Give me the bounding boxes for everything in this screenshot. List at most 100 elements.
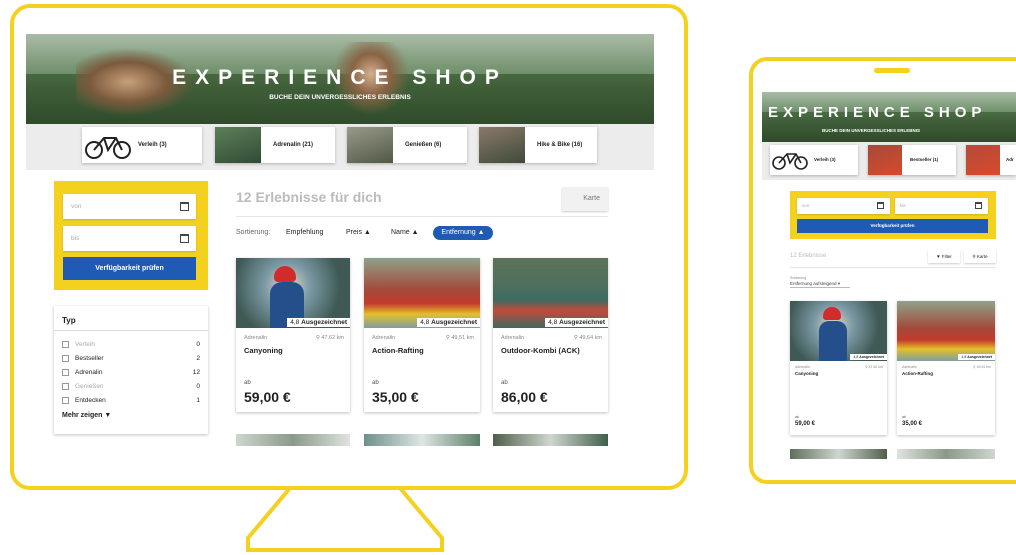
calendar-icon[interactable] [180, 202, 189, 211]
checkbox[interactable] [62, 383, 69, 390]
experience-card[interactable]: 4,8 Ausgezeichnet Adrenalin ⚲ 49,51 km A… [364, 258, 480, 412]
helmet [274, 266, 296, 282]
price-prefix: ab [244, 380, 251, 386]
category-label: Bestseller (1) [910, 157, 939, 162]
ebike-icon [772, 153, 808, 170]
show-more-label: Mehr zeigen [62, 412, 103, 419]
tablet-check-availability-button[interactable]: Verfügbarkeit prüfen [797, 219, 988, 233]
divider [790, 267, 996, 268]
category-geniessen[interactable]: Genießen (6) [347, 127, 467, 163]
card-distance: ⚲ 47,62 km [865, 365, 883, 369]
type-filter-panel: Typ Verleih 0 Bestseller 2 Adrenalin 12 Gen… [54, 306, 208, 434]
experience-card[interactable]: 4,8 Ausgezeichnet Adrenalin ⚲ 49,64 km O… [493, 258, 608, 412]
filter-option-bestseller[interactable]: Bestseller 2 [62, 355, 200, 362]
map-label: Karte [583, 195, 600, 202]
filter-option-entdecken[interactable]: Entdecken 1 [62, 397, 200, 404]
card-photo [790, 301, 887, 361]
pin-icon: ⚲ [445, 335, 450, 341]
filter-option-adrenalin[interactable]: Adrenalin 12 [62, 369, 200, 376]
map-label: Karte [976, 254, 988, 259]
card-title: Action-Rafting [372, 346, 424, 355]
tablet-filter-button[interactable]: ▼ Filter [928, 250, 960, 263]
map-button[interactable]: Karte [562, 187, 608, 211]
category-label: Adr [1006, 157, 1014, 162]
experience-card-partial[interactable] [493, 434, 608, 446]
card-category: Adrenalin [372, 335, 396, 341]
rating-badge: 4,8 Ausgezeichnet [958, 354, 995, 360]
category-adrenalin[interactable]: Adrenalin (21) [215, 127, 335, 163]
experience-card-partial[interactable] [236, 434, 350, 446]
checkbox[interactable] [62, 397, 69, 404]
checkbox[interactable] [62, 369, 69, 376]
rating-badge: 4,8 Ausgezeichnet [417, 318, 480, 327]
category-label: Hike & Bike (16) [537, 142, 583, 148]
calendar-icon[interactable] [877, 202, 884, 209]
price-prefix: ab [501, 380, 508, 386]
filter-title: Typ [62, 316, 76, 325]
tablet-experience-card-partial[interactable] [897, 449, 995, 459]
card-title: Canyoning [795, 371, 819, 376]
hero-title: EXPERIENCE SHOP [172, 66, 508, 89]
price-prefix: ab [372, 380, 379, 386]
tablet-hero-subtitle: BUCHE DEIN UNVERGESSLICHES ERLEBNIS [822, 128, 921, 133]
card-category: Adrenalin [501, 335, 525, 341]
rating-badge: 4,8 Ausgezeichnet [545, 318, 608, 327]
tablet-category-adrenalin[interactable]: Adr [966, 145, 1016, 175]
rating-label: Ausgezeichnet [559, 319, 605, 326]
divider [236, 216, 608, 217]
category-thumb [966, 145, 1000, 175]
pin-icon: ⚲ [573, 335, 578, 341]
filter-label: Bestseller [75, 355, 104, 363]
filter-option-geniessen[interactable]: Genießen 0 [62, 383, 200, 390]
date-to-field[interactable]: bis [63, 226, 196, 251]
sort-value: Entfernung aufsteigend [790, 281, 837, 286]
sort-option-label: Entfernung [441, 229, 476, 236]
results-title: 12 Erlebnisse für dich [236, 189, 382, 205]
tablet-hero-title: EXPERIENCE SHOP [768, 104, 987, 121]
tablet-category-verleih[interactable]: Verleih (3) [770, 145, 858, 175]
hero-banner: EXPERIENCE SHOP BUCHE DEIN UNVERGESSLICH… [26, 34, 654, 124]
tablet-sort-select[interactable]: Entfernung aufsteigend ▾ [790, 281, 850, 288]
date-from-placeholder: von [802, 203, 810, 208]
rating-value: 4,8 [290, 319, 300, 326]
show-more-link[interactable]: Mehr zeigen ▼ [62, 412, 111, 419]
sort-option-label: Name [391, 229, 410, 236]
sort-empfehlung[interactable]: Empfehlung [286, 229, 323, 236]
filter-option-verleih[interactable]: Verleih 0 [62, 341, 200, 348]
category-thumb [347, 127, 393, 163]
date-from-field[interactable]: von [63, 194, 196, 219]
rating-label: Ausgezeichnet [301, 319, 347, 326]
checkbox[interactable] [62, 355, 69, 362]
helmet [823, 307, 841, 320]
sort-preis[interactable]: Preis ▲ [346, 229, 371, 236]
date-to-placeholder: bis [71, 235, 80, 242]
ebike-icon [85, 137, 131, 159]
tablet-date-from-field[interactable]: von [797, 198, 890, 214]
card-distance: ⚲ 49,64 km [574, 335, 602, 341]
check-availability-button[interactable]: Verfügbarkeit prüfen [63, 257, 196, 280]
card-distance: ⚲ 47,62 km [316, 335, 344, 341]
calendar-icon[interactable] [180, 234, 189, 243]
sort-bar: Sortierung: Empfehlung Preis ▲ Name ▲ En… [236, 226, 608, 240]
filter-count: 2 [196, 355, 200, 362]
category-verleih[interactable]: Verleih (3) [82, 127, 202, 163]
distance-value: 49,51 km [451, 335, 474, 341]
tablet-experience-card-partial[interactable] [790, 449, 887, 459]
sort-name[interactable]: Name ▲ [391, 229, 419, 236]
tablet-map-button[interactable]: ⚲ Karte [964, 250, 996, 263]
category-thumb [479, 127, 525, 163]
tablet-category-bestseller[interactable]: Bestseller (1) [868, 145, 956, 175]
checkbox[interactable] [62, 341, 69, 348]
tablet-experience-card[interactable]: 4,8 Ausgezeichnet Adrenalin ⚲ 47,62 km C… [790, 301, 887, 435]
pin-icon: ⚲ [865, 365, 868, 369]
filter-count: 0 [196, 341, 200, 348]
experience-card[interactable]: 4,8 Ausgezeichnet Adrenalin ⚲ 47,62 km C… [236, 258, 350, 412]
arrow-up-icon: ▲ [363, 229, 371, 236]
tablet-experience-card[interactable]: 4,8 Ausgezeichnet Adrenalin ⚲ 49,51 km A… [897, 301, 995, 435]
category-hike-bike[interactable]: Hike & Bike (16) [479, 127, 597, 163]
experience-card-partial[interactable] [364, 434, 480, 446]
sort-entfernung[interactable]: Entfernung ▲ [433, 226, 493, 240]
calendar-icon[interactable] [975, 202, 982, 209]
tablet-date-to-field[interactable]: bis [895, 198, 988, 214]
filter-count: 1 [196, 397, 200, 404]
